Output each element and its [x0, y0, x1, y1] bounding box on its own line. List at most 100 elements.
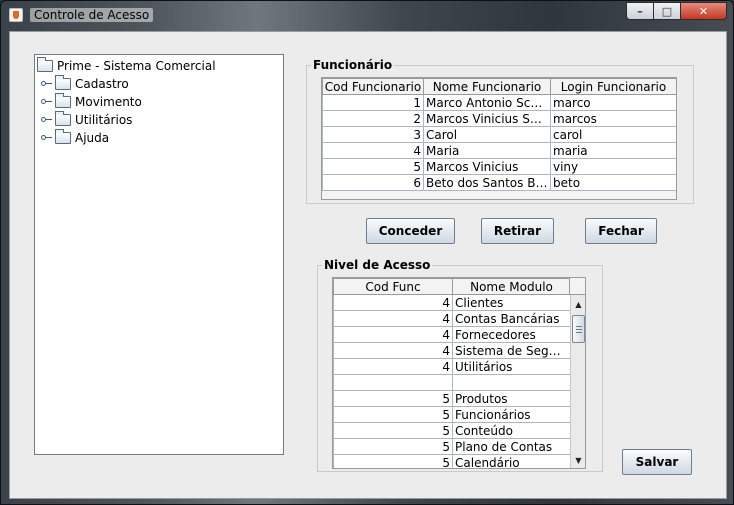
table-cell[interactable]: marco — [550, 94, 676, 111]
table-row[interactable]: 5 Conteúdo — [333, 422, 571, 439]
tree-root-label: Prime - Sistema Comercial — [57, 59, 216, 73]
vertical-scrollbar[interactable]: ▲ ▼ — [570, 295, 585, 468]
close-button[interactable]: ✕ — [680, 2, 727, 20]
expand-handle-icon[interactable] — [41, 116, 52, 124]
table-cell[interactable]: 4 — [333, 358, 453, 375]
column-header[interactable]: Cod Funcionario — [322, 78, 424, 95]
java-app-icon — [9, 8, 23, 22]
nivel-table[interactable]: Cod Func Nome Modulo 4 Clientes 4 Contas Ban… — [333, 278, 571, 468]
tree-item-label: Cadastro — [75, 77, 129, 91]
table-cell[interactable]: 4 — [333, 326, 453, 343]
tree-item-label: Utilitários — [75, 113, 133, 127]
table-cell[interactable]: 2 — [322, 110, 424, 127]
table-corner — [569, 278, 585, 295]
table-cell[interactable]: Marcos Vinicius — [423, 158, 551, 175]
table-cell[interactable]: Sistema de Segura... — [452, 342, 571, 359]
module-tree[interactable]: Prime - Sistema Comercial Cadastro Movime… — [34, 54, 284, 455]
tree-item-0[interactable]: Cadastro — [41, 75, 129, 93]
table-cell[interactable]: marcos — [550, 110, 676, 127]
column-header[interactable]: Nome Funcionario — [423, 78, 551, 95]
table-cell[interactable]: Contas Bancárias — [452, 310, 571, 327]
expand-handle-icon[interactable] — [41, 98, 52, 106]
minimize-button[interactable]: – — [626, 2, 654, 20]
table-cell[interactable]: 4 — [333, 294, 453, 311]
content-panel: Prime - Sistema Comercial Cadastro Movime… — [9, 31, 727, 499]
table-cell[interactable]: Produtos — [452, 390, 571, 407]
table-cell[interactable]: 5 — [333, 390, 453, 407]
table-row[interactable]: 5 Produtos — [333, 390, 571, 407]
table-cell[interactable]: 4 — [333, 310, 453, 327]
table-cell[interactable]: Marcos Vinicius Scholl — [423, 110, 551, 127]
fechar-button[interactable]: Fechar — [585, 218, 657, 244]
table-row[interactable]: 4 Contas Bancárias — [333, 310, 571, 327]
table-cell[interactable]: maria — [550, 142, 676, 159]
column-header[interactable]: Login Funcionario — [550, 78, 676, 95]
table-cell[interactable]: 6 — [322, 174, 424, 191]
table-row[interactable] — [333, 374, 571, 391]
title-bar[interactable]: Controle de Acesso – □ ✕ — [1, 1, 733, 31]
tree-item-2[interactable]: Utilitários — [41, 111, 132, 129]
table-cell[interactable]: carol — [550, 126, 676, 143]
window-title: Controle de Acesso — [30, 8, 154, 22]
table-row[interactable]: 3 Carol carol — [322, 126, 676, 143]
folder-icon — [55, 111, 71, 126]
table-row[interactable]: 4 Clientes — [333, 294, 571, 311]
tree-item-1[interactable]: Movimento — [41, 93, 142, 111]
table-cell[interactable]: Carol — [423, 126, 551, 143]
funcionario-table-scrollpane[interactable]: Cod Funcionario Nome Funcionario Login Fun… — [321, 77, 677, 200]
tree-root[interactable]: Prime - Sistema Comercial — [37, 57, 216, 75]
table-cell[interactable]: Marco Antonio Scholl — [423, 94, 551, 111]
table-cell[interactable]: Conteúdo — [452, 422, 571, 439]
table-cell[interactable]: Clientes — [452, 294, 571, 311]
table-row[interactable]: 4 Maria maria — [322, 142, 676, 159]
table-cell[interactable]: Calendário — [452, 454, 571, 468]
table-row[interactable]: 5 Marcos Vinicius viny — [322, 158, 676, 175]
maximize-button[interactable]: □ — [653, 2, 681, 20]
folder-icon — [55, 129, 71, 144]
table-cell[interactable]: 3 — [322, 126, 424, 143]
funcionario-table[interactable]: Cod Funcionario Nome Funcionario Login Fun… — [322, 78, 676, 191]
expand-handle-icon[interactable] — [41, 80, 52, 88]
scrollbar-thumb[interactable] — [572, 315, 585, 343]
table-row[interactable]: 6 Beto dos Santos Brito beto — [322, 174, 676, 191]
table-cell[interactable]: viny — [550, 158, 676, 175]
salvar-button[interactable]: Salvar — [622, 449, 692, 475]
table-cell[interactable]: Maria — [423, 142, 551, 159]
table-cell[interactable]: 4 — [322, 142, 424, 159]
column-header[interactable]: Cod Func — [333, 278, 453, 295]
table-cell[interactable]: Utilitários — [452, 358, 571, 375]
table-cell[interactable] — [333, 374, 453, 391]
table-cell[interactable] — [452, 374, 571, 391]
table-row[interactable]: 4 Sistema de Segura... — [333, 342, 571, 359]
table-row[interactable]: 1 Marco Antonio Scholl marco — [322, 94, 676, 111]
table-cell[interactable]: 5 — [333, 422, 453, 439]
table-cell[interactable]: beto — [550, 174, 676, 191]
table-cell[interactable]: 5 — [333, 406, 453, 423]
table-cell[interactable]: 5 — [322, 158, 424, 175]
table-cell[interactable]: Plano de Contas — [452, 438, 571, 455]
tree-item-3[interactable]: Ajuda — [41, 129, 109, 147]
column-header[interactable]: Nome Modulo — [452, 278, 571, 295]
table-row[interactable]: 5 Calendário — [333, 454, 571, 468]
table-cell[interactable]: 1 — [322, 94, 424, 111]
table-row[interactable]: 4 Utilitários — [333, 358, 571, 375]
expand-handle-icon[interactable] — [41, 134, 52, 142]
table-cell[interactable]: Beto dos Santos Brito — [423, 174, 551, 191]
table-row[interactable]: 5 Funcionários — [333, 406, 571, 423]
table-cell[interactable]: Fornecedores — [452, 326, 571, 343]
table-cell[interactable]: 4 — [333, 342, 453, 359]
folder-icon — [55, 93, 71, 108]
tree-item-label: Movimento — [75, 95, 142, 109]
table-row[interactable]: 4 Fornecedores — [333, 326, 571, 343]
table-cell[interactable]: Funcionários — [452, 406, 571, 423]
table-row[interactable]: 2 Marcos Vinicius Scholl marcos — [322, 110, 676, 127]
retirar-button[interactable]: Retirar — [481, 218, 554, 244]
scroll-up-arrow-icon[interactable]: ▲ — [571, 296, 585, 312]
nivel-table-scrollpane[interactable]: Cod Func Nome Modulo 4 Clientes 4 Contas Ban… — [332, 277, 586, 469]
table-cell[interactable]: 5 — [333, 454, 453, 468]
nivel-acesso-legend: Nivel de Acesso — [324, 258, 431, 272]
conceder-button[interactable]: Conceder — [366, 218, 455, 244]
table-cell[interactable]: 5 — [333, 438, 453, 455]
scroll-down-arrow-icon[interactable]: ▼ — [571, 452, 585, 468]
table-row[interactable]: 5 Plano de Contas — [333, 438, 571, 455]
